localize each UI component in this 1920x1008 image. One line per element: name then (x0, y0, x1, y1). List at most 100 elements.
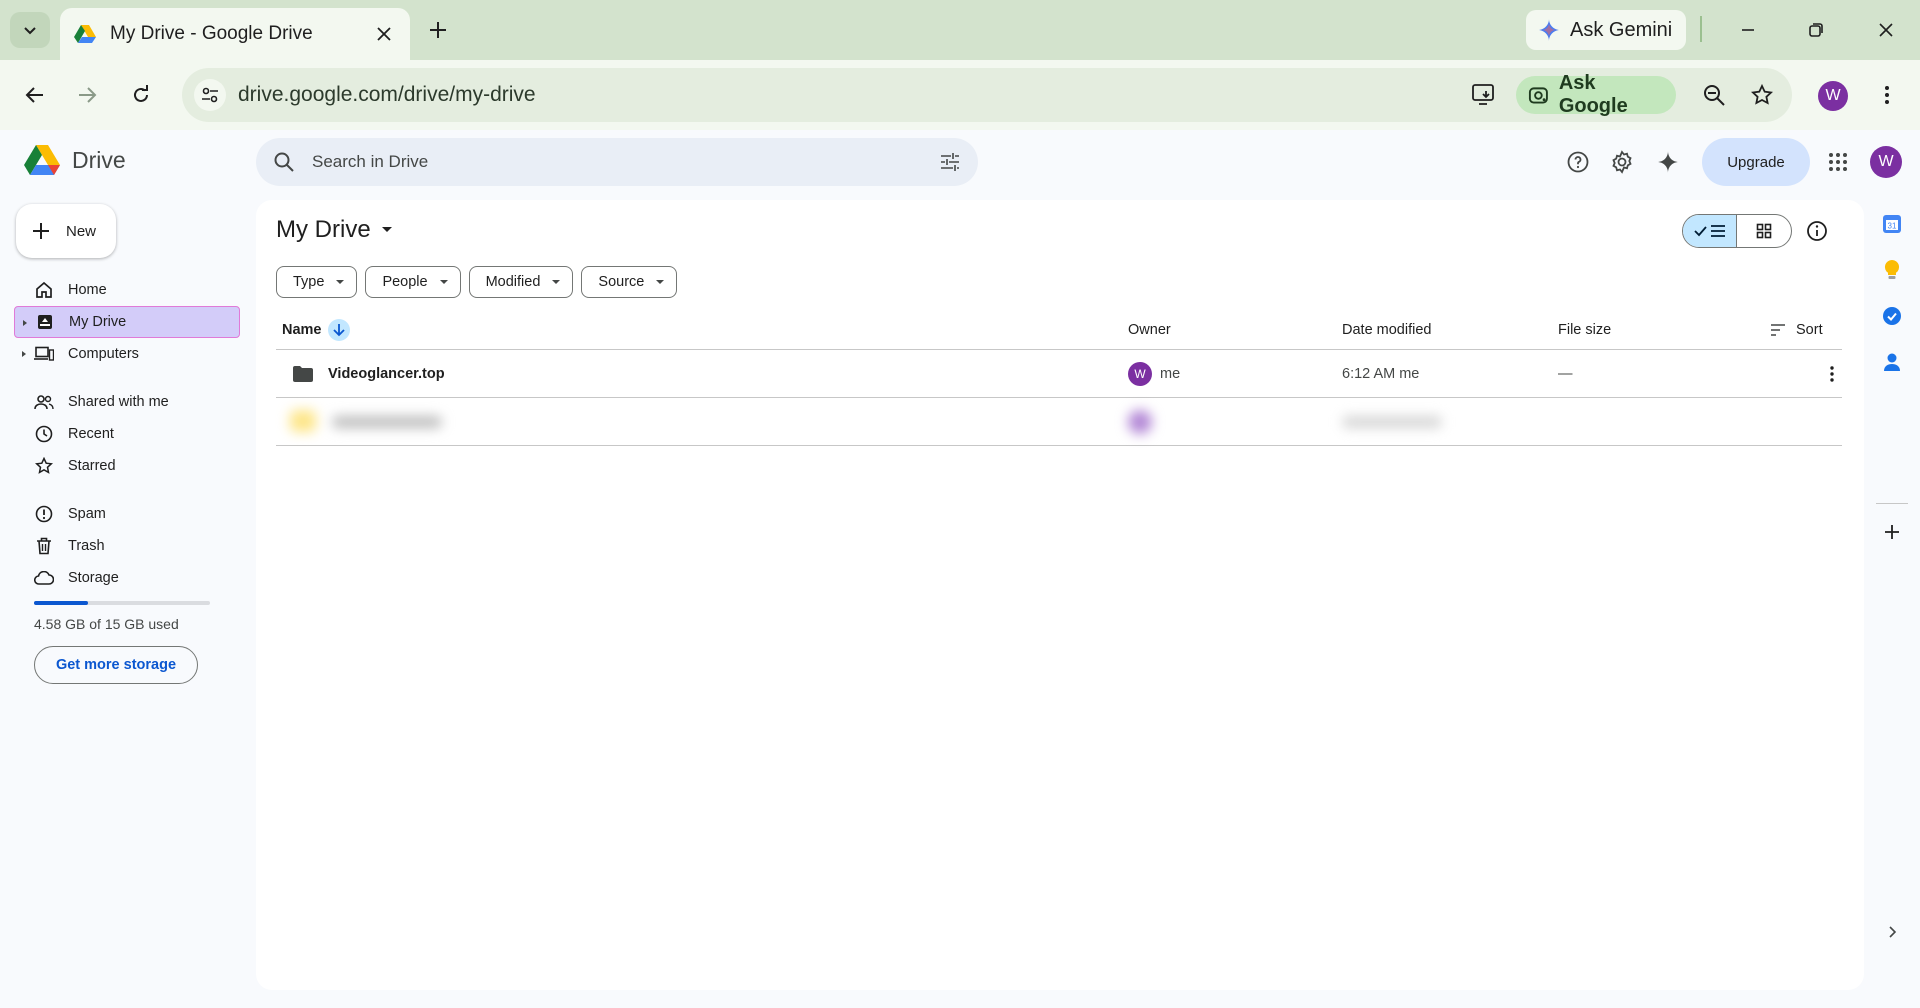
search-input[interactable] (312, 138, 892, 186)
sidebar-item-spam[interactable]: Spam (14, 498, 240, 530)
window-close-button[interactable] (1870, 14, 1902, 46)
expand-arrow-icon[interactable] (22, 351, 26, 357)
filter-chip-type[interactable]: Type (276, 266, 358, 298)
sidebar-item-home[interactable]: Home (14, 274, 240, 306)
page-title-button[interactable]: My Drive (276, 216, 393, 244)
search-options-icon[interactable] (938, 150, 962, 174)
settings-button[interactable] (1608, 148, 1636, 176)
plus-icon (430, 22, 446, 38)
caret-down-icon (656, 280, 665, 284)
contacts-icon (1884, 353, 1900, 371)
sidebar-item-label: My Drive (69, 314, 127, 330)
upgrade-button[interactable]: Upgrade (1702, 138, 1810, 186)
grid-view-button[interactable] (1737, 215, 1791, 247)
chevron-right-icon (1889, 926, 1897, 938)
plus-icon (33, 223, 49, 239)
minimize-icon (1742, 29, 1754, 31)
more-vertical-icon (1885, 86, 1889, 104)
sort-icon (1771, 323, 1785, 336)
filter-chip-people[interactable]: People (365, 266, 461, 298)
filter-chip-label: Type (293, 274, 325, 290)
caret-down-icon (381, 227, 392, 232)
forward-button[interactable] (68, 76, 106, 114)
trash-icon (34, 536, 54, 556)
browser-tab[interactable]: My Drive - Google Drive (60, 8, 410, 60)
new-tab-button[interactable] (422, 14, 454, 46)
caret-down-icon (336, 280, 345, 284)
sidebar-item-my-drive[interactable]: My Drive (14, 306, 240, 338)
sort-direction-button[interactable] (327, 318, 350, 341)
zoom-button[interactable] (1700, 81, 1728, 109)
date-modified-column-header[interactable]: Date modified (1342, 322, 1431, 338)
expand-arrow-icon[interactable] (23, 320, 27, 326)
computers-icon (34, 344, 54, 364)
drive-logo[interactable]: Drive (24, 144, 126, 176)
tab-close-button[interactable] (372, 22, 396, 46)
file-name-cell: Videoglancer.top (292, 365, 445, 383)
ask-gemini-button[interactable]: Ask Gemini (1526, 10, 1686, 50)
filter-chips: Type People Modified Source (276, 266, 678, 298)
new-button[interactable]: New (16, 204, 116, 258)
owner-cell: W me (1128, 361, 1180, 386)
calendar-icon: 31 (1883, 215, 1901, 233)
keep-app-button[interactable] (1880, 258, 1904, 282)
hide-side-panel-button[interactable] (1880, 920, 1904, 944)
google-lens-icon (1528, 87, 1548, 104)
side-panel: 31 (1864, 200, 1920, 990)
sidebar-item-computers[interactable]: Computers (14, 338, 240, 370)
filter-chip-modified[interactable]: Modified (468, 266, 574, 298)
owner-avatar: W (1128, 361, 1152, 386)
browser-profile-avatar[interactable]: W (1818, 81, 1848, 111)
sidebar-item-storage[interactable]: Storage (14, 562, 240, 594)
contacts-app-button[interactable] (1880, 350, 1904, 374)
sidebar-item-starred[interactable]: Starred (14, 450, 240, 482)
browser-menu-button[interactable] (1872, 80, 1902, 110)
get-more-storage-button[interactable]: Get more storage (34, 646, 198, 684)
install-app-button[interactable] (1470, 81, 1498, 109)
caret-down-icon (552, 280, 561, 284)
storage-usage-text: 4.58 GB of 15 GB used (34, 616, 179, 632)
gemini-button[interactable] (1654, 148, 1682, 176)
site-info-button[interactable] (194, 79, 226, 111)
url-text[interactable]: drive.google.com/drive/my-drive (238, 83, 536, 107)
sort-button[interactable]: Sort (1770, 322, 1823, 338)
browser-tab-strip: My Drive - Google Drive Ask Gemini (0, 0, 1920, 60)
info-icon[interactable] (1804, 218, 1830, 244)
caret-down-icon (439, 280, 448, 284)
back-button[interactable] (16, 76, 54, 114)
table-row[interactable]: Videoglancer.top W me 6:12 AM me — (276, 350, 1842, 398)
shared-icon (34, 392, 54, 412)
sidebar-item-recent[interactable]: Recent (14, 418, 240, 450)
name-column-header[interactable]: Name (282, 318, 350, 341)
get-addons-button[interactable] (1880, 520, 1904, 544)
calendar-app-button[interactable]: 31 (1880, 212, 1904, 236)
more-vertical-icon (1830, 365, 1834, 382)
sidebar-item-label: Spam (68, 506, 106, 522)
my-drive-icon (35, 312, 55, 332)
owner-column-header: Owner (1128, 321, 1171, 338)
ask-google-button[interactable]: Ask Google (1516, 72, 1676, 117)
tab-search-button[interactable] (10, 12, 50, 48)
account-avatar[interactable]: W (1870, 146, 1902, 178)
bookmark-button[interactable] (1748, 81, 1776, 109)
apps-button[interactable] (1824, 148, 1852, 176)
sidebar-item-shared-with-me[interactable]: Shared with me (14, 386, 240, 418)
restore-button[interactable] (1800, 14, 1832, 46)
help-button[interactable] (1564, 148, 1592, 176)
tasks-icon (1883, 307, 1901, 325)
row-more-actions-button[interactable] (1820, 362, 1844, 386)
reload-button[interactable] (122, 76, 160, 114)
browser-toolbar: drive.google.com/drive/my-drive Ask Goog… (0, 60, 1920, 130)
minimize-button[interactable] (1732, 14, 1764, 46)
search-bar[interactable] (256, 138, 978, 186)
file-size-column-header[interactable]: File size (1558, 322, 1611, 338)
table-row-redacted[interactable] (276, 398, 1842, 446)
star-icon (34, 456, 54, 476)
tasks-app-button[interactable] (1880, 304, 1904, 328)
filter-chip-label: People (382, 274, 428, 290)
filter-chip-source[interactable]: Source (581, 266, 678, 298)
sidebar-item-trash[interactable]: Trash (14, 530, 240, 562)
list-view-button[interactable] (1683, 215, 1738, 247)
address-bar[interactable]: drive.google.com/drive/my-drive Ask Goog… (182, 68, 1792, 122)
search-icon (274, 152, 294, 172)
